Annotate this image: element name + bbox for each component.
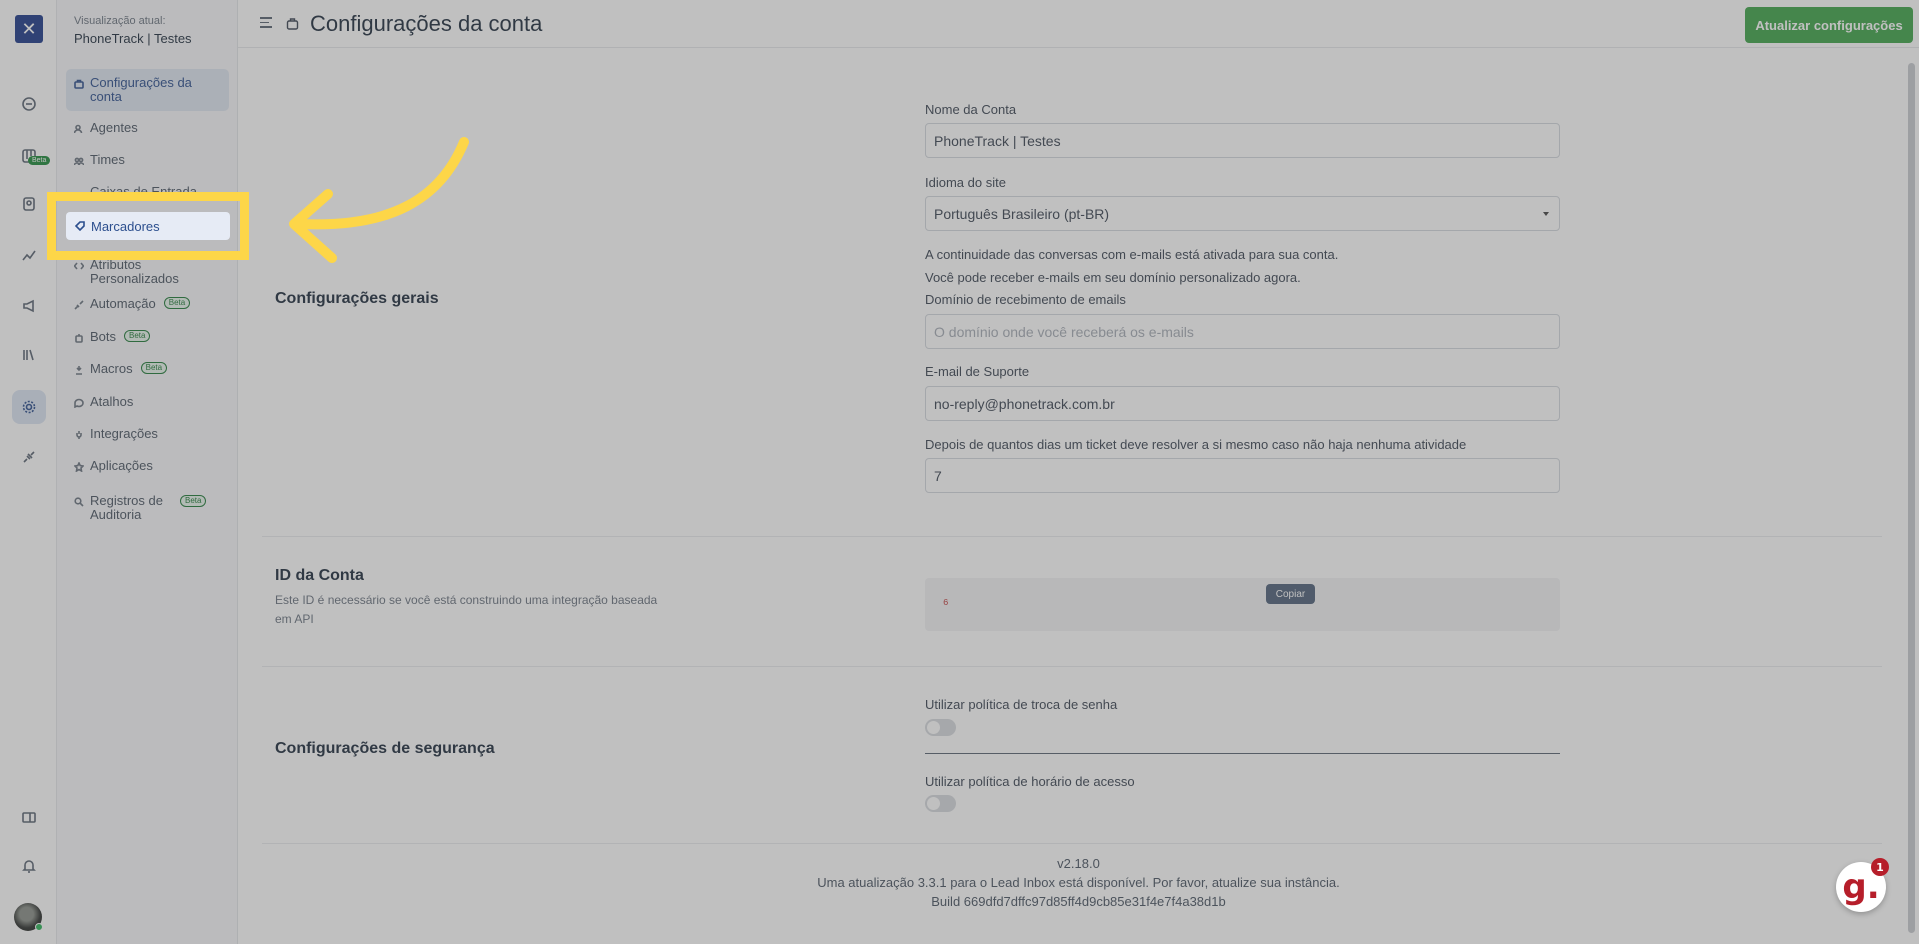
page-header: Configurações da conta	[238, 0, 1919, 48]
sidebar-item-label: Automação	[90, 296, 156, 311]
beta-badge: Beta	[163, 297, 191, 309]
security-settings-title: Configurações de segurança	[275, 740, 495, 757]
sidebar-item-automation[interactable]: Automação Beta	[66, 297, 229, 311]
current-view-label: Visualização atual:	[74, 15, 166, 27]
bot-icon	[74, 333, 84, 343]
macro-icon	[74, 365, 84, 375]
version-text: v2.18.0	[1057, 856, 1100, 871]
divider	[262, 666, 1882, 667]
settings-gear-icon[interactable]	[12, 390, 46, 424]
sidebar-item-macros[interactable]: Macros Beta	[66, 362, 229, 376]
highlight-box	[47, 192, 249, 260]
sidebar-item-teams[interactable]: Times	[66, 153, 229, 167]
account-id-value: 6	[943, 598, 949, 608]
language-select-value: Português Brasileiro (pt-BR)	[934, 205, 1110, 222]
sidebar-item-label: Atributos Personalizados	[90, 257, 179, 286]
campaigns-icon[interactable]	[12, 289, 46, 323]
sidebar-item-account-settings[interactable]: Configurações da conta	[66, 69, 229, 111]
integrations-plug-icon[interactable]	[12, 440, 46, 474]
divider	[925, 753, 1560, 754]
beta-badge: Beta	[124, 330, 151, 342]
general-settings-title: Configurações gerais	[275, 290, 439, 307]
online-status-dot	[35, 923, 43, 931]
audit-icon	[74, 497, 84, 507]
plug-icon	[74, 430, 84, 440]
password-policy-toggle[interactable]	[925, 719, 956, 736]
password-policy-label: Utilizar política de troca de senha	[925, 697, 1118, 712]
chevron-down-icon	[1543, 212, 1549, 216]
library-icon[interactable]	[12, 338, 46, 372]
current-view-value: PhoneTrack | Testes	[74, 31, 192, 46]
unread-count-badge: 1	[1871, 858, 1889, 876]
access-hours-label: Utilizar política de horário de acesso	[925, 774, 1135, 789]
language-label: Idioma do site	[925, 175, 1006, 190]
sidebar-item-label: Aplicações	[90, 458, 153, 473]
custom-domain-info: Você pode receber e-mails em seu domínio…	[925, 270, 1301, 285]
switch-account-icon[interactable]	[12, 801, 46, 835]
settings-sidebar: Visualização atual: PhoneTrack | Testes …	[57, 0, 238, 944]
app-logo[interactable]: ✕	[15, 15, 43, 43]
sidebar-item-label: Agentes	[90, 120, 138, 135]
update-settings-button[interactable]: Atualizar configurações	[1745, 7, 1913, 43]
account-id-description: Este ID é necessário se você está constr…	[275, 593, 658, 626]
support-email-input[interactable]: no-reply@phonetrack.com.br	[925, 386, 1560, 421]
sidebar-item-agents[interactable]: Agentes	[66, 121, 229, 135]
users-icon	[74, 124, 84, 134]
settings-content: Configurações gerais Nome da Conta Phone…	[238, 48, 1919, 944]
page-title: Configurações da conta	[310, 11, 543, 36]
contacts-icon[interactable]	[12, 187, 46, 221]
divider	[262, 536, 1882, 537]
sidebar-item-label: Configurações da conta	[90, 75, 192, 104]
team-icon	[74, 156, 84, 166]
icon-rail: ✕ Beta	[0, 0, 57, 944]
apps-icon	[74, 462, 84, 472]
conversations-icon[interactable]	[12, 87, 46, 121]
user-avatar[interactable]	[14, 903, 43, 931]
account-name-input[interactable]: PhoneTrack | Testes	[925, 123, 1560, 158]
sidebar-item-shortcuts[interactable]: Atalhos	[66, 395, 229, 409]
email-domain-label: Domínio de recebimento de emails	[925, 292, 1126, 307]
copy-button[interactable]: Copiar	[1266, 584, 1315, 604]
account-name-label: Nome da Conta	[925, 102, 1017, 117]
divider	[262, 843, 1882, 844]
shortcut-icon	[74, 398, 84, 408]
pointer-arrow-icon	[289, 137, 469, 263]
language-select[interactable]: Português Brasileiro (pt-BR)	[925, 196, 1560, 231]
sidebar-item-bots[interactable]: Bots Beta	[66, 330, 229, 344]
account-id-title: ID da Conta	[275, 567, 364, 584]
briefcase-icon	[74, 79, 84, 89]
rail-beta-badge: Beta	[28, 156, 51, 165]
email-domain-input[interactable]: O domínio onde você receberá os e-mails	[925, 314, 1560, 349]
sidebar-item-label: Bots	[90, 329, 117, 344]
account-id-box: 6	[925, 578, 1560, 631]
sidebar-item-label: Times	[90, 152, 125, 167]
access-hours-toggle[interactable]	[925, 795, 956, 812]
beta-badge: Beta	[180, 495, 207, 507]
scrollbar[interactable]	[1908, 63, 1915, 933]
support-email-label: E-mail de Suporte	[925, 364, 1030, 379]
code-icon	[74, 261, 84, 271]
sidebar-item-audit-logs[interactable]: Registros de Auditoria Beta	[66, 494, 229, 522]
chat-widget-button[interactable]: g. 1	[1836, 858, 1889, 912]
email-continuity-info: A continuidade das conversas com e-mails…	[925, 247, 1339, 262]
auto-resolve-days-input[interactable]: 7	[925, 458, 1560, 493]
sidebar-item-label: Atalhos	[90, 394, 134, 409]
auto-resolve-label: Depois de quantos dias um ticket deve re…	[925, 437, 1467, 452]
sidebar-item-integrations[interactable]: Integrações	[66, 427, 229, 441]
sidebar-item-label: Integrações	[90, 426, 158, 441]
update-notice: Uma atualização 3.3.1 para o Lead Inbox …	[817, 875, 1340, 890]
build-text: Build 669dfd7dffc97d85ff4d9cb85e31f4e7f4…	[931, 894, 1226, 909]
menu-toggle-icon[interactable]	[260, 17, 272, 29]
notifications-bell-icon[interactable]	[12, 849, 46, 883]
sidebar-item-label: Macros	[90, 361, 133, 376]
sidebar-item-custom-attributes[interactable]: Atributos Personalizados	[66, 258, 229, 286]
reports-icon[interactable]	[12, 238, 46, 272]
briefcase-icon	[286, 18, 299, 30]
sidebar-item-label: Registros de Auditoria	[90, 493, 163, 522]
beta-badge: Beta	[140, 362, 168, 374]
automation-icon	[74, 300, 84, 310]
sidebar-item-applications[interactable]: Aplicações	[66, 459, 229, 473]
